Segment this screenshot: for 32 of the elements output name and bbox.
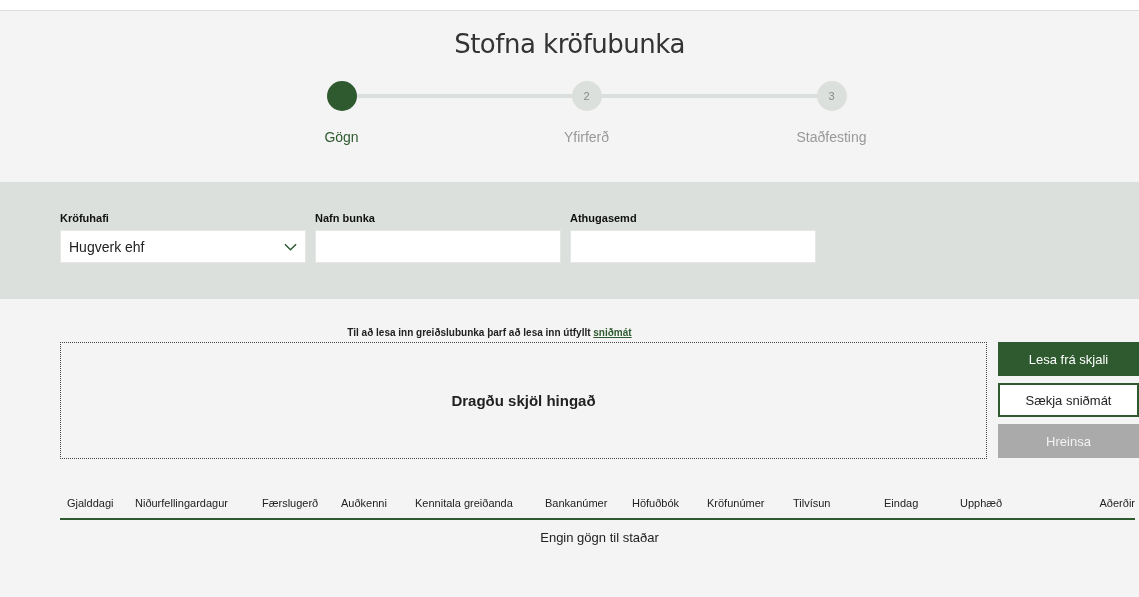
column-header: Kröfunúmer	[707, 497, 766, 509]
step-circle: 2	[571, 81, 602, 111]
step-circle: 3	[816, 81, 847, 111]
field-label: Nafn bunka	[315, 212, 376, 224]
column-header: Aðerðir	[1098, 497, 1135, 509]
column-header: Auðkenni	[341, 497, 388, 509]
drop-zone-text: Dragðu skjöl hingað	[451, 392, 596, 409]
column-header: Færslugerð	[262, 497, 320, 509]
template-link[interactable]: sniðmát	[593, 327, 632, 338]
field-label: Athugasemd	[570, 212, 638, 224]
field-label: Kröfuhafi	[60, 212, 110, 224]
action-button[interactable]: Lesa frá skjali	[998, 342, 1139, 376]
chevron-down-icon	[284, 242, 297, 251]
step-label: Yfirferð	[563, 129, 610, 145]
input-field[interactable]	[570, 230, 816, 263]
empty-message: Engin gögn til staðar	[539, 530, 660, 545]
column-header: Niðurfellingardagur	[135, 497, 229, 509]
drop-zone[interactable]: Dragðu skjöl hingað	[60, 342, 987, 459]
column-header: Höfuðbók	[632, 497, 681, 509]
step-label: Gögn	[324, 129, 359, 145]
column-header: Kennitala greiðanda	[415, 497, 514, 509]
column-header: Gjalddagi	[67, 497, 115, 509]
input-field[interactable]	[315, 230, 561, 263]
step-label: Staðfesting	[796, 129, 867, 145]
column-header: Tilvísun	[793, 497, 832, 509]
upload-hint: Til að lesa inn greiðslubunka þarf að lesa inn útfyllt sniðmát	[346, 327, 633, 338]
page-title: Stofna kröfubunka	[453, 29, 686, 59]
select-field[interactable]: Hugverk ehf	[60, 230, 306, 263]
action-button[interactable]: Sækja sniðmát	[998, 383, 1139, 417]
column-header: Eindag	[884, 497, 920, 509]
column-header: Upphæð	[960, 497, 1004, 509]
column-header: Bankanúmer	[545, 497, 609, 509]
